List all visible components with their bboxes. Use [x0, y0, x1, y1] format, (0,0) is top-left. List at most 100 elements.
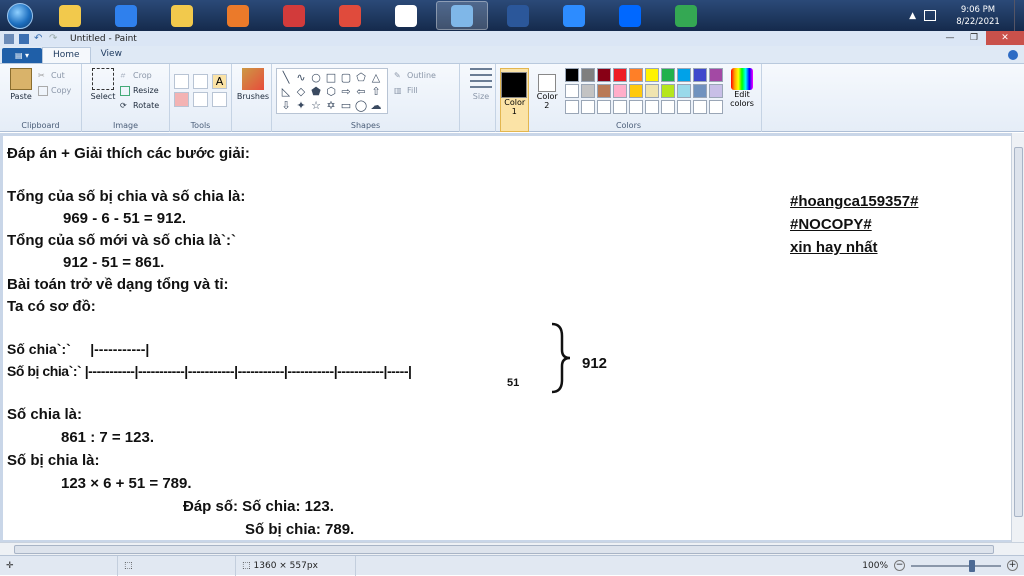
shapes-gallery[interactable]: ╲ ∿ ○ □ ▢ ⬠ △ ◺ ◇ ⬟ ⬡ ⇨ ⇦ ⇧ ⇩ ✦ ☆ ✡ ▭ ◯ ☁ [276, 68, 388, 114]
diamond-shape-icon[interactable]: ◇ [294, 85, 308, 98]
tray-expand-icon[interactable]: ▲ [909, 11, 916, 21]
taskbar-app-ie[interactable] [100, 1, 152, 30]
palette-swatch[interactable] [613, 100, 627, 114]
palette-swatch[interactable] [677, 84, 691, 98]
save-icon[interactable] [19, 33, 29, 44]
drawing-canvas[interactable]: Đáp án + Giải thích các bước giải: Tổng … [3, 136, 1011, 540]
taskbar-app-zoom[interactable] [548, 1, 600, 30]
palette-swatch[interactable] [709, 68, 723, 82]
cloud-callout-icon[interactable]: ☁ [369, 99, 383, 112]
palette-swatch[interactable] [597, 84, 611, 98]
copy-button[interactable]: Copy [38, 83, 71, 98]
up-arrow-shape-icon[interactable]: ⇧ [369, 85, 383, 98]
callout-rect-icon[interactable]: ▭ [339, 99, 353, 112]
palette-swatch[interactable] [581, 68, 595, 82]
horizontal-scroll-thumb[interactable] [14, 545, 994, 554]
palette-swatch[interactable] [693, 100, 707, 114]
horizontal-scrollbar[interactable] [0, 542, 1024, 555]
taskbar-app-folder[interactable] [156, 1, 208, 30]
palette-swatch[interactable] [709, 84, 723, 98]
clock[interactable]: 9:06 PM 8/22/2021 [948, 4, 1008, 28]
color-picker-icon[interactable] [193, 92, 208, 107]
palette-swatch[interactable] [661, 68, 675, 82]
text-tool-icon[interactable]: A [212, 74, 227, 89]
maximize-button[interactable]: ❐ [962, 31, 986, 45]
resize-button[interactable]: Resize [120, 83, 159, 98]
left-arrow-shape-icon[interactable]: ⇦ [354, 85, 368, 98]
taskbar-app-zalo[interactable] [604, 1, 656, 30]
palette-swatch[interactable] [613, 68, 627, 82]
show-desktop-button[interactable] [1014, 0, 1024, 31]
taskbar-app-word[interactable] [492, 1, 544, 30]
rounded-rect-shape-icon[interactable]: ▢ [339, 71, 353, 84]
palette-swatch[interactable] [597, 100, 611, 114]
palette-swatch[interactable] [693, 84, 707, 98]
zoom-slider[interactable] [911, 559, 1001, 572]
palette-swatch[interactable] [581, 100, 595, 114]
taskbar-app-snipping-tool[interactable] [268, 1, 320, 30]
size-button[interactable]: Size [464, 68, 498, 101]
callout-oval-icon[interactable]: ◯ [354, 99, 368, 112]
close-button[interactable]: ✕ [986, 31, 1024, 45]
magnifier-icon[interactable] [212, 92, 227, 107]
file-menu-button[interactable]: ▤ ▾ [2, 48, 42, 63]
palette-swatch[interactable] [661, 84, 675, 98]
palette-swatch[interactable] [629, 100, 643, 114]
polygon-shape-icon[interactable]: ⬠ [354, 71, 368, 84]
line-shape-icon[interactable]: ╲ [279, 71, 293, 84]
oval-shape-icon[interactable]: ○ [309, 71, 323, 84]
palette-swatch[interactable] [645, 68, 659, 82]
rotate-button[interactable]: ⟳ Rotate [120, 98, 159, 113]
pentagon-shape-icon[interactable]: ⬟ [309, 85, 323, 98]
tab-home[interactable]: Home [42, 47, 91, 63]
fill-button[interactable]: ▥ Fill [394, 83, 436, 98]
undo-icon[interactable]: ↶ [34, 33, 44, 44]
taskbar-app-pdf-editor[interactable] [380, 1, 432, 30]
taskbar-app-app[interactable] [324, 1, 376, 30]
palette-swatch[interactable] [645, 100, 659, 114]
taskbar-app-paint[interactable] [436, 1, 488, 30]
palette-swatch[interactable] [565, 68, 579, 82]
redo-icon[interactable]: ↷ [49, 33, 59, 44]
zoom-slider-knob[interactable] [969, 559, 975, 572]
palette-swatch[interactable] [709, 100, 723, 114]
outline-button[interactable]: ✎ Outline [394, 68, 436, 83]
minimize-button[interactable]: — [938, 31, 962, 45]
palette-swatch[interactable] [629, 84, 643, 98]
hexagon-shape-icon[interactable]: ⬡ [324, 85, 338, 98]
palette-swatch[interactable] [565, 100, 579, 114]
six-point-star-icon[interactable]: ✡ [324, 99, 338, 112]
rectangle-shape-icon[interactable]: □ [324, 71, 338, 84]
palette-swatch[interactable] [613, 84, 627, 98]
brushes-button[interactable]: Brushes [236, 68, 270, 101]
palette-swatch[interactable] [597, 68, 611, 82]
right-arrow-shape-icon[interactable]: ⇨ [339, 85, 353, 98]
zoom-out-button[interactable]: − [894, 560, 905, 571]
vertical-scroll-thumb[interactable] [1014, 147, 1023, 517]
fill-bucket-icon[interactable] [193, 74, 208, 89]
triangle-shape-icon[interactable]: △ [369, 71, 383, 84]
palette-swatch[interactable] [677, 68, 691, 82]
palette-swatch[interactable] [693, 68, 707, 82]
four-point-star-icon[interactable]: ✦ [294, 99, 308, 112]
taskbar-app-media-player[interactable] [212, 1, 264, 30]
tab-view[interactable]: View [91, 47, 132, 63]
palette-swatch[interactable] [677, 100, 691, 114]
taskbar-app-explorer[interactable] [44, 1, 96, 30]
palette-swatch[interactable] [565, 84, 579, 98]
zoom-in-button[interactable]: + [1007, 560, 1018, 571]
vertical-scrollbar[interactable] [1011, 133, 1024, 542]
pencil-icon[interactable] [174, 74, 189, 89]
eraser-icon[interactable] [174, 92, 189, 107]
taskbar-app-chrome[interactable] [660, 1, 712, 30]
crop-button[interactable]: ⌗ Crop [120, 68, 159, 83]
five-point-star-icon[interactable]: ☆ [309, 99, 323, 112]
help-icon[interactable] [1008, 50, 1018, 60]
right-triangle-shape-icon[interactable]: ◺ [279, 85, 293, 98]
down-arrow-shape-icon[interactable]: ⇩ [279, 99, 293, 112]
palette-swatch[interactable] [661, 100, 675, 114]
start-button[interactable] [0, 0, 40, 31]
palette-swatch[interactable] [629, 68, 643, 82]
curve-shape-icon[interactable]: ∿ [294, 71, 308, 84]
cut-button[interactable]: ✂ Cut [38, 68, 71, 83]
